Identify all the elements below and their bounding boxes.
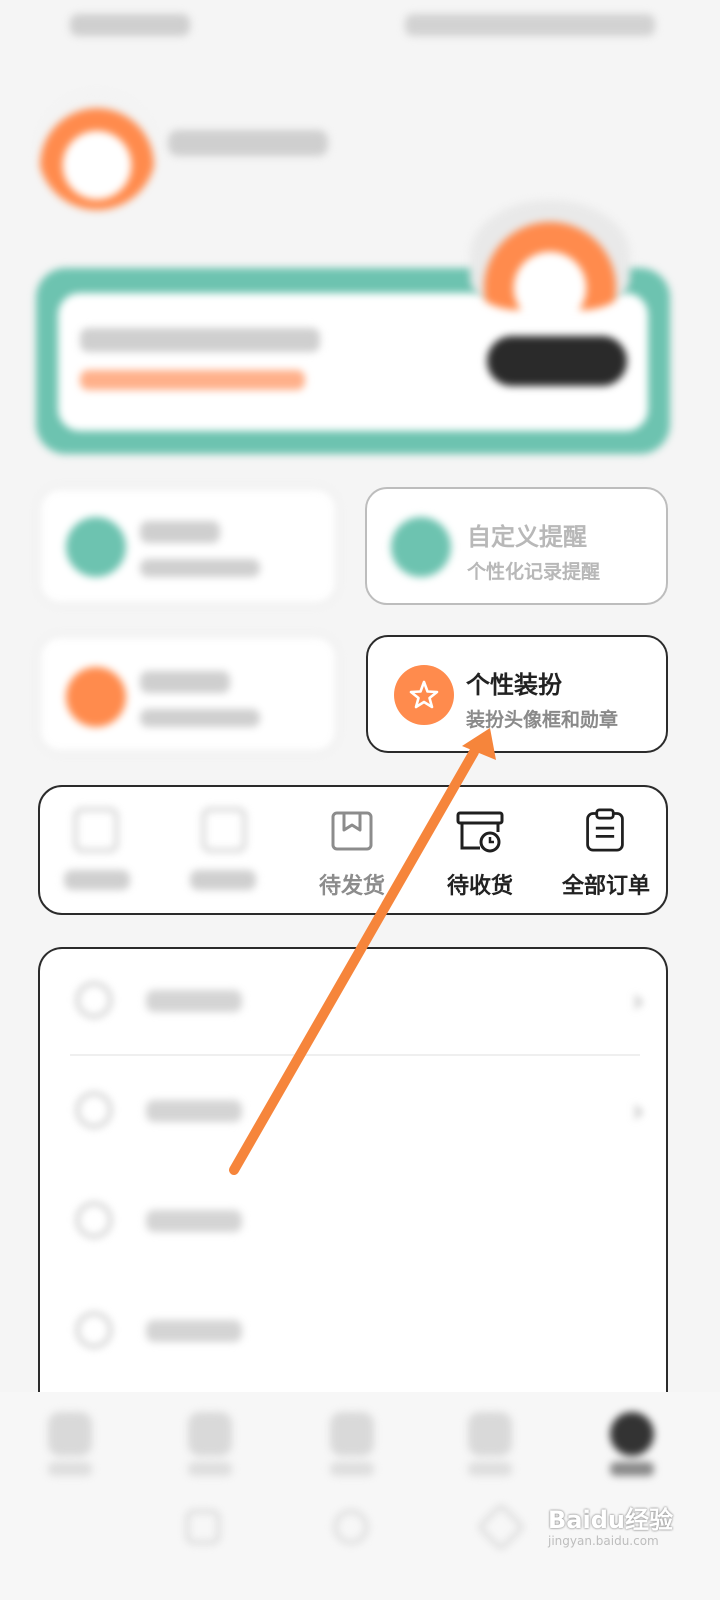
- avatar[interactable]: [38, 92, 156, 210]
- menu-item-4-label: [146, 1320, 242, 1342]
- watermark-url: jingyan.baidu.com: [548, 1534, 659, 1548]
- reminder-icon: [391, 517, 451, 577]
- menu-item-1[interactable]: ›: [70, 946, 644, 1056]
- custom-reminder-card[interactable]: 自定义提醒 个性化记录提醒: [365, 487, 668, 605]
- status-time: [70, 14, 190, 36]
- order-label-2[interactable]: [190, 870, 256, 890]
- nav-tab-3-label[interactable]: [330, 1462, 374, 1476]
- recent-apps-button[interactable]: [186, 1510, 220, 1544]
- feature-card-1[interactable]: [38, 487, 338, 605]
- dress-up-title: 个性装扮: [466, 671, 562, 699]
- nav-tab-1-label[interactable]: [48, 1462, 92, 1476]
- nav-tab-2-label[interactable]: [188, 1462, 232, 1476]
- feature-card-3-title: [140, 671, 230, 693]
- nav-tab-2-icon[interactable]: [188, 1412, 232, 1456]
- feature-card-1-title: [140, 521, 220, 543]
- nav-tab-3-icon[interactable]: [330, 1412, 374, 1456]
- home-button[interactable]: [334, 1510, 368, 1544]
- order-label-1[interactable]: [64, 870, 130, 890]
- box-icon[interactable]: [330, 810, 374, 854]
- menu-item-4[interactable]: [70, 1276, 640, 1386]
- menu-item-2[interactable]: ›: [70, 1056, 644, 1166]
- menu-item-2-label: [146, 1100, 242, 1122]
- vip-open-button[interactable]: [487, 336, 627, 386]
- clipboard-icon[interactable]: [583, 808, 627, 852]
- menu-item-1-label: [146, 990, 242, 1012]
- dress-up-card[interactable]: 个性装扮 装扮头像框和勋章: [366, 635, 668, 753]
- dress-up-subtitle: 装扮头像框和勋章: [466, 709, 619, 731]
- pending-receive-label[interactable]: 待收货: [447, 868, 513, 900]
- watermark-logo: Baidu经验: [548, 1506, 673, 1534]
- chevron-right-icon: ›: [632, 984, 644, 1019]
- dress-up-badge: [394, 665, 454, 725]
- menu-item-3-icon: [76, 1202, 112, 1238]
- feature-card-3-subtitle: [140, 709, 260, 727]
- username[interactable]: [168, 130, 328, 156]
- all-orders-label[interactable]: 全部订单: [562, 868, 650, 900]
- menu-item-2-icon: [76, 1092, 112, 1128]
- nav-tab-4-label[interactable]: [468, 1462, 512, 1476]
- custom-reminder-subtitle: 个性化记录提醒: [467, 561, 601, 583]
- nav-tab-1-icon[interactable]: [48, 1412, 92, 1456]
- menu-item-1-icon: [76, 982, 112, 1018]
- menu-item-3[interactable]: [70, 1166, 640, 1276]
- menu-item-4-icon: [76, 1312, 112, 1348]
- custom-reminder-title: 自定义提醒: [467, 523, 587, 551]
- nav-tab-mine-icon[interactable]: [610, 1412, 654, 1456]
- order-icon-1[interactable]: [74, 808, 118, 852]
- feature-card-3[interactable]: [38, 635, 338, 753]
- order-icon-2[interactable]: [202, 808, 246, 852]
- truck-clock-icon[interactable]: [456, 810, 504, 854]
- pending-ship-label[interactable]: 待发货: [319, 868, 385, 900]
- feature-card-1-icon: [66, 517, 126, 577]
- watermark: Baidu经验 jingyan.baidu.com: [548, 1500, 688, 1560]
- chevron-right-icon: ›: [632, 1094, 644, 1129]
- star-icon: [409, 680, 439, 709]
- vip-banner-title: [80, 328, 320, 352]
- status-icons: [405, 14, 655, 36]
- nav-tab-4-icon[interactable]: [468, 1412, 512, 1456]
- status-bar: [0, 0, 720, 56]
- feature-card-3-icon: [66, 667, 126, 727]
- feature-card-1-subtitle: [140, 559, 260, 577]
- menu-item-3-label: [146, 1210, 242, 1232]
- vip-banner-subtitle: [80, 370, 305, 390]
- mascot-image: [470, 200, 630, 310]
- nav-tab-mine-label[interactable]: [610, 1462, 654, 1476]
